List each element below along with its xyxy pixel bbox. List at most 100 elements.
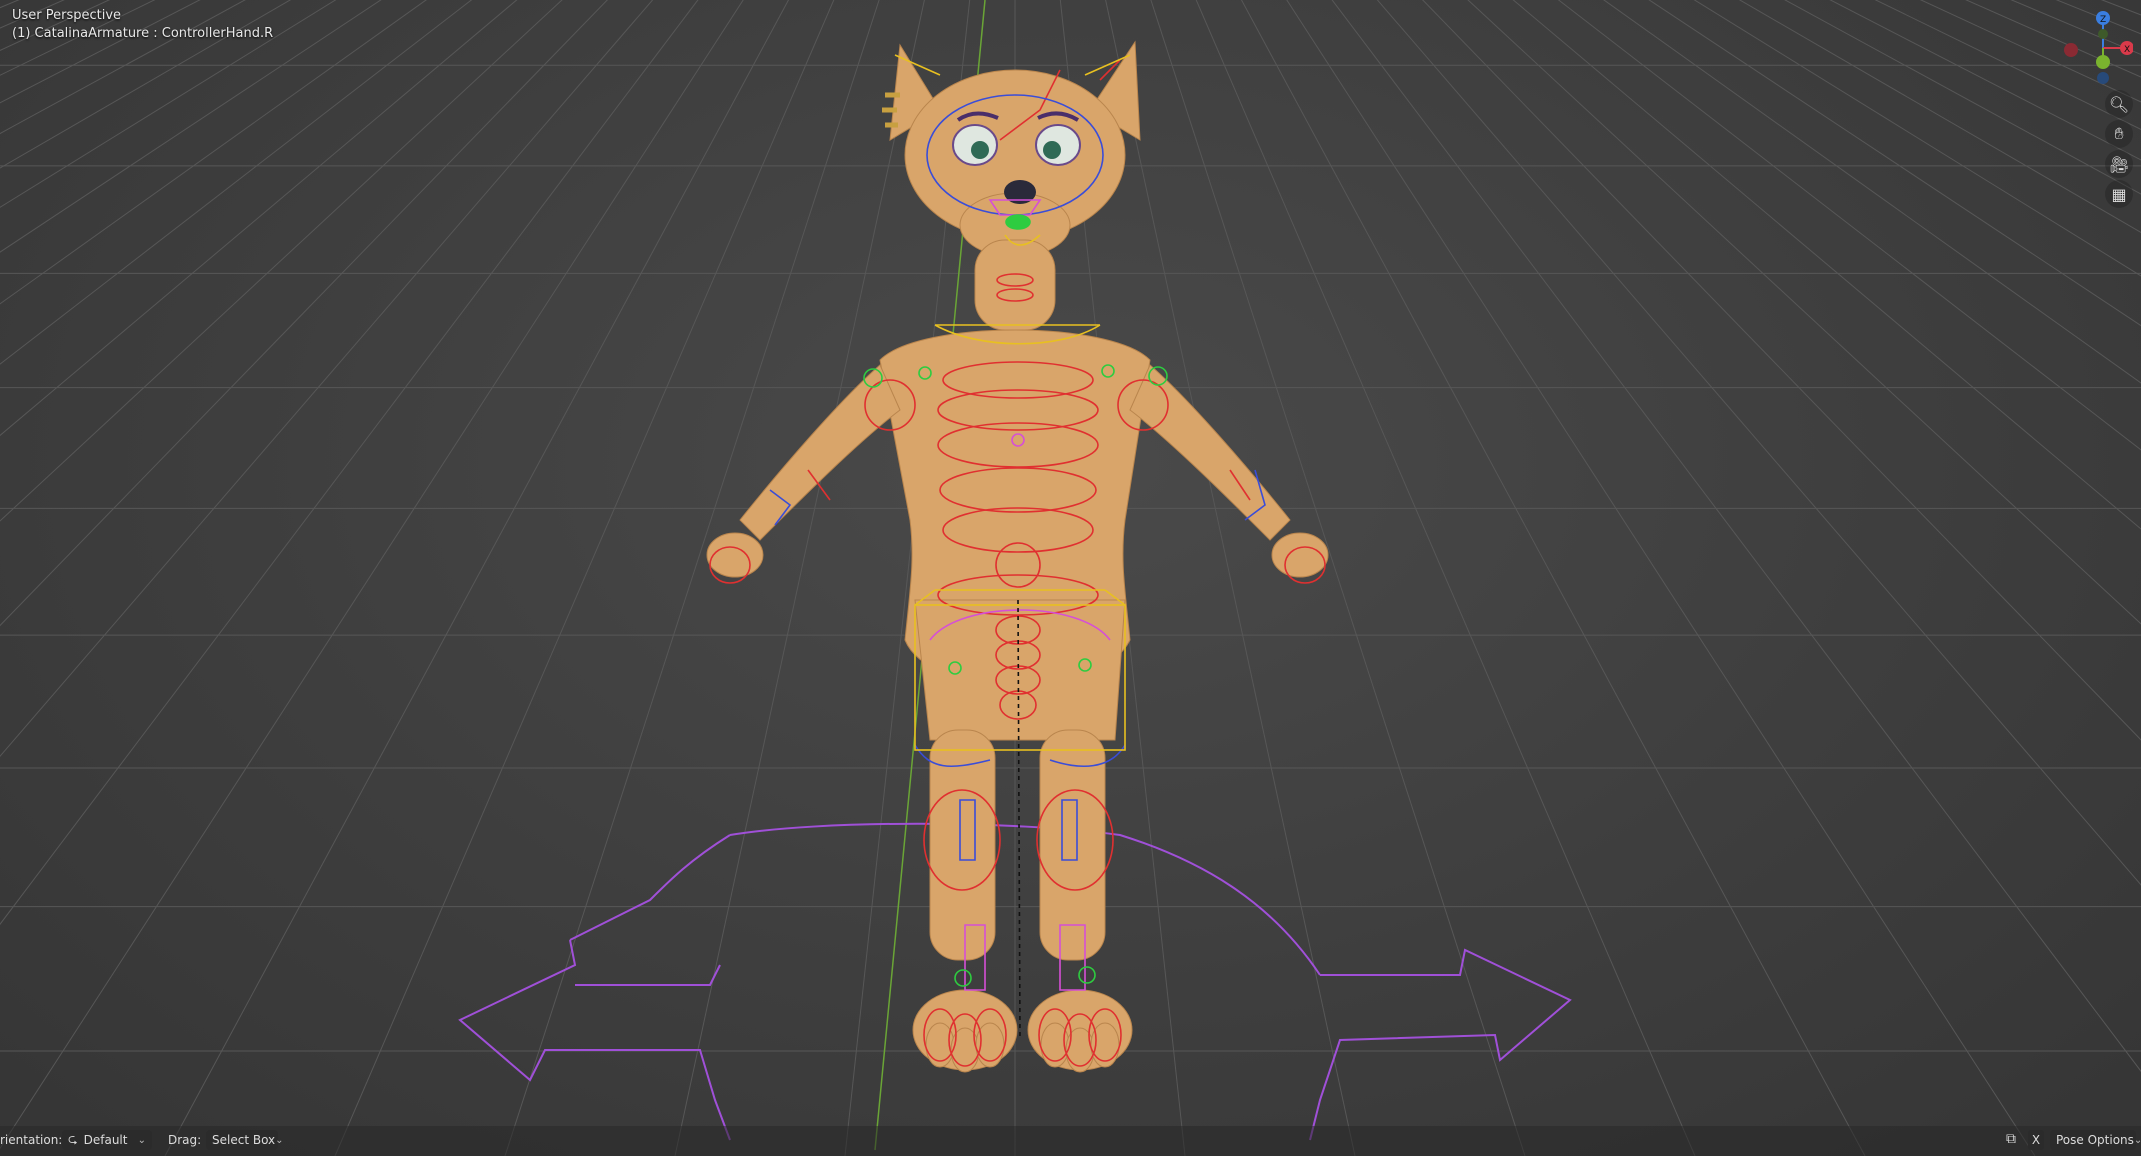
grid-line — [0, 0, 473, 365]
grid-line — [1015, 0, 2141, 1156]
grid-line — [1015, 0, 2141, 1156]
grid-line — [1240, 0, 1866, 1156]
grid-line — [0, 0, 292, 169]
chevron-down-icon: ⌄ — [137, 1134, 146, 1146]
grid-line — [1015, 0, 2141, 1156]
grid-line — [0, 0, 201, 104]
grid-line — [0, 0, 65, 29]
grid-line — [0, 0, 337, 208]
grid-line — [0, 0, 1015, 1156]
grid-line — [0, 0, 111, 52]
grid-line — [0, 0, 1015, 1156]
grid-line — [0, 0, 1015, 1156]
neg-y-axis-handle[interactable] — [2098, 29, 2108, 39]
active-object-label: (1) CatalinaArmature : ControllerHand.R — [12, 26, 274, 41]
grid-line — [0, 0, 20, 9]
grid-line — [1015, 0, 2141, 1156]
grid-line — [1603, 0, 2141, 384]
grid-line — [1286, 0, 2036, 1156]
grid-line — [1015, 0, 2141, 1156]
grid-line — [0, 0, 1015, 1156]
grid-line — [0, 0, 156, 76]
grid-line — [1015, 0, 2141, 1156]
grid-line — [0, 0, 1015, 1156]
grid-line — [1015, 0, 2141, 1156]
z-axis-label: Z — [2100, 15, 2106, 25]
grid-line — [0, 0, 1015, 1156]
camera-icon[interactable]: 🎥︎ — [2105, 150, 2133, 178]
grid-line — [1874, 0, 2141, 130]
grid-line — [1015, 0, 2141, 1156]
grid-line — [0, 0, 1015, 1156]
grid-line — [1784, 0, 2141, 195]
grid-icon[interactable]: ▦ — [2105, 180, 2133, 208]
y-axis-handle[interactable] — [2096, 55, 2110, 69]
grid-line — [1015, 0, 2141, 1156]
scene-canvas[interactable] — [0, 0, 2141, 1156]
navigation-gizmo[interactable]: Z X — [2043, 8, 2134, 88]
zoom-icon[interactable]: 🔍︎ — [2105, 90, 2133, 118]
chevron-down-icon: ⌄ — [275, 1134, 284, 1146]
x-mirror-toggle[interactable]: X — [2028, 1130, 2044, 1150]
grid-line — [0, 0, 1015, 1156]
grid-line — [0, 0, 518, 437]
orientation-gizmo-icon: ⮎ — [68, 1131, 78, 1146]
grid-line — [1015, 0, 2141, 1156]
drag-label: Drag: — [168, 1133, 202, 1147]
grid-line — [0, 0, 1015, 1156]
view-perspective-label: User Perspective — [12, 8, 122, 23]
grid-line — [0, 0, 654, 757]
neg-x-axis-handle[interactable] — [2064, 43, 2078, 57]
orientation-label: rientation: — [0, 1133, 63, 1147]
grid-line — [1829, 0, 2141, 161]
grid-line — [0, 0, 1015, 1156]
grid-line — [164, 0, 790, 1156]
grid-line — [0, 0, 1015, 1156]
x-axis-label: X — [2124, 45, 2130, 55]
grid-line — [0, 0, 699, 926]
orientation-value: Default — [83, 1133, 128, 1147]
grid-line — [1015, 0, 2141, 1156]
grid-line — [0, 0, 1015, 1156]
grid-line — [1965, 0, 2141, 78]
grid-line — [0, 0, 1015, 1156]
grid-line — [1331, 0, 2141, 1073]
grid-line — [0, 0, 1015, 1156]
viewport-footer: rientation: ⮎ Default ⌄ Drag: Select Box… — [0, 1126, 2141, 1156]
grid-line — [1376, 0, 2141, 886]
orientation-dropdown[interactable]: ⮎ Default ⌄ — [62, 1130, 152, 1150]
pose-options-label: Pose Options — [2056, 1133, 2134, 1147]
grid-line — [1648, 0, 2141, 327]
grid-line — [1015, 0, 2141, 1156]
grid-line — [2055, 0, 2141, 35]
grid-line — [0, 0, 246, 135]
grid-line — [0, 0, 1015, 1156]
grid-line — [2100, 0, 2141, 16]
grid-line — [0, 0, 744, 1150]
drag-value: Select Box — [212, 1133, 276, 1147]
grid-line — [1015, 0, 2141, 1156]
grid-line — [0, 0, 608, 627]
grid-line — [1512, 0, 2141, 530]
grid-line — [0, 0, 1015, 1156]
grid-line — [0, 0, 1015, 1156]
pose-options-dropdown[interactable]: Pose Options ⌄ — [2050, 1130, 2141, 1150]
grid-line — [1015, 0, 2141, 1156]
chevron-down-icon: ⌄ — [2133, 1134, 2141, 1146]
grid-line — [1693, 0, 2141, 277]
grid-line — [2010, 0, 2141, 56]
neg-z-axis-handle[interactable] — [2097, 72, 2109, 84]
grid-line — [0, 0, 563, 522]
grid-line — [0, 0, 382, 253]
hand-icon[interactable]: ✋︎ — [2105, 120, 2133, 148]
grid-line — [0, 0, 1015, 1156]
drag-dropdown[interactable]: Select Box ⌄ — [206, 1130, 284, 1150]
grid-line — [1557, 0, 2141, 451]
3d-viewport[interactable]: User Perspective (1) CatalinaArmature : … — [0, 0, 2141, 1156]
grid-line — [1919, 0, 2141, 103]
mirror-icon[interactable]: ⧉ — [2006, 1131, 2016, 1147]
grid-line — [1738, 0, 2141, 233]
grid-line — [1467, 0, 2141, 625]
grid-line — [1015, 0, 2141, 1156]
grid-line — [0, 0, 427, 305]
